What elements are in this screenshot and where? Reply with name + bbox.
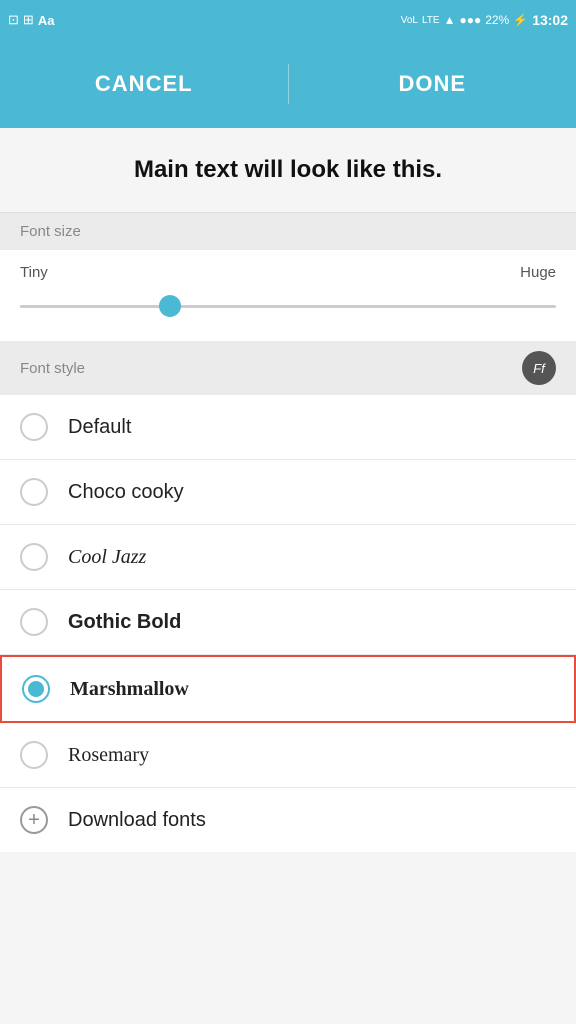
radio-gothic-bold (20, 608, 48, 636)
time-display: 13:02 (532, 12, 568, 28)
font-size-label: Font size (20, 223, 81, 240)
font-icon: Aa (38, 13, 55, 28)
slider-track (20, 305, 556, 308)
slider-thumb[interactable] (159, 295, 181, 317)
radio-rosemary (20, 741, 48, 769)
font-option-default[interactable]: Default (0, 395, 576, 460)
status-bar-left: ⊡ ⊞ Aa (8, 12, 54, 28)
done-button[interactable]: DONE (289, 51, 576, 117)
radio-marshmallow (22, 675, 50, 703)
signal-bars: ▲ (444, 13, 456, 27)
font-option-gothic-bold[interactable]: Gothic Bold (0, 590, 576, 655)
radio-marshmallow-inner (28, 681, 44, 697)
preview-area: Main text will look like this. (0, 128, 576, 213)
download-fonts-row[interactable]: + Download fonts (0, 788, 576, 852)
font-size-slider[interactable] (20, 291, 556, 321)
huge-label: Huge (520, 264, 556, 281)
font-label-gothic-bold: Gothic Bold (68, 611, 181, 634)
ff-badge-label: Ff (533, 361, 545, 376)
font-option-cool-jazz[interactable]: Cool Jazz (0, 525, 576, 590)
font-style-header: Font style Ff (0, 341, 576, 395)
font-label-choco-cooky: Choco cooky (68, 481, 184, 504)
font-option-marshmallow[interactable]: Marshmallow (0, 655, 576, 723)
signal-strength: ●●● (459, 13, 481, 27)
radio-cool-jazz (20, 543, 48, 571)
download-fonts-label: Download fonts (68, 809, 206, 832)
battery-icon: ⚡ (513, 13, 528, 27)
size-labels: Tiny Huge (20, 264, 556, 281)
battery-text: 22% (485, 13, 509, 27)
font-option-choco-cooky[interactable]: Choco cooky (0, 460, 576, 525)
tiny-label: Tiny (20, 264, 48, 281)
lte-icon: LTE (422, 15, 440, 26)
plus-icon: + (20, 806, 48, 834)
font-size-header: Font size (0, 213, 576, 250)
font-label-cool-jazz: Cool Jazz (68, 546, 146, 569)
accessibility-icon: ⊞ (23, 12, 34, 28)
font-style-section: Default Choco cooky Cool Jazz Gothic Bol… (0, 395, 576, 852)
preview-text: Main text will look like this. (20, 156, 556, 184)
cancel-button[interactable]: CANCEL (0, 51, 288, 117)
font-label-default: Default (68, 416, 131, 439)
font-option-rosemary[interactable]: Rosemary (0, 723, 576, 788)
status-bar-right: VoL LTE ▲ ●●● 22% ⚡ 13:02 (401, 12, 568, 28)
ff-badge[interactable]: Ff (522, 351, 556, 385)
radio-choco-cooky (20, 478, 48, 506)
screenshot-icon: ⊡ (8, 12, 19, 28)
vol-icon: VoL (401, 15, 418, 26)
action-bar: CANCEL DONE (0, 40, 576, 128)
font-label-rosemary: Rosemary (68, 744, 149, 767)
status-bar: ⊡ ⊞ Aa VoL LTE ▲ ●●● 22% ⚡ 13:02 (0, 0, 576, 40)
slider-fill (20, 305, 170, 308)
font-style-label: Font style (20, 360, 85, 377)
radio-default (20, 413, 48, 441)
font-size-section: Tiny Huge (0, 250, 576, 341)
font-label-marshmallow: Marshmallow (70, 678, 189, 701)
